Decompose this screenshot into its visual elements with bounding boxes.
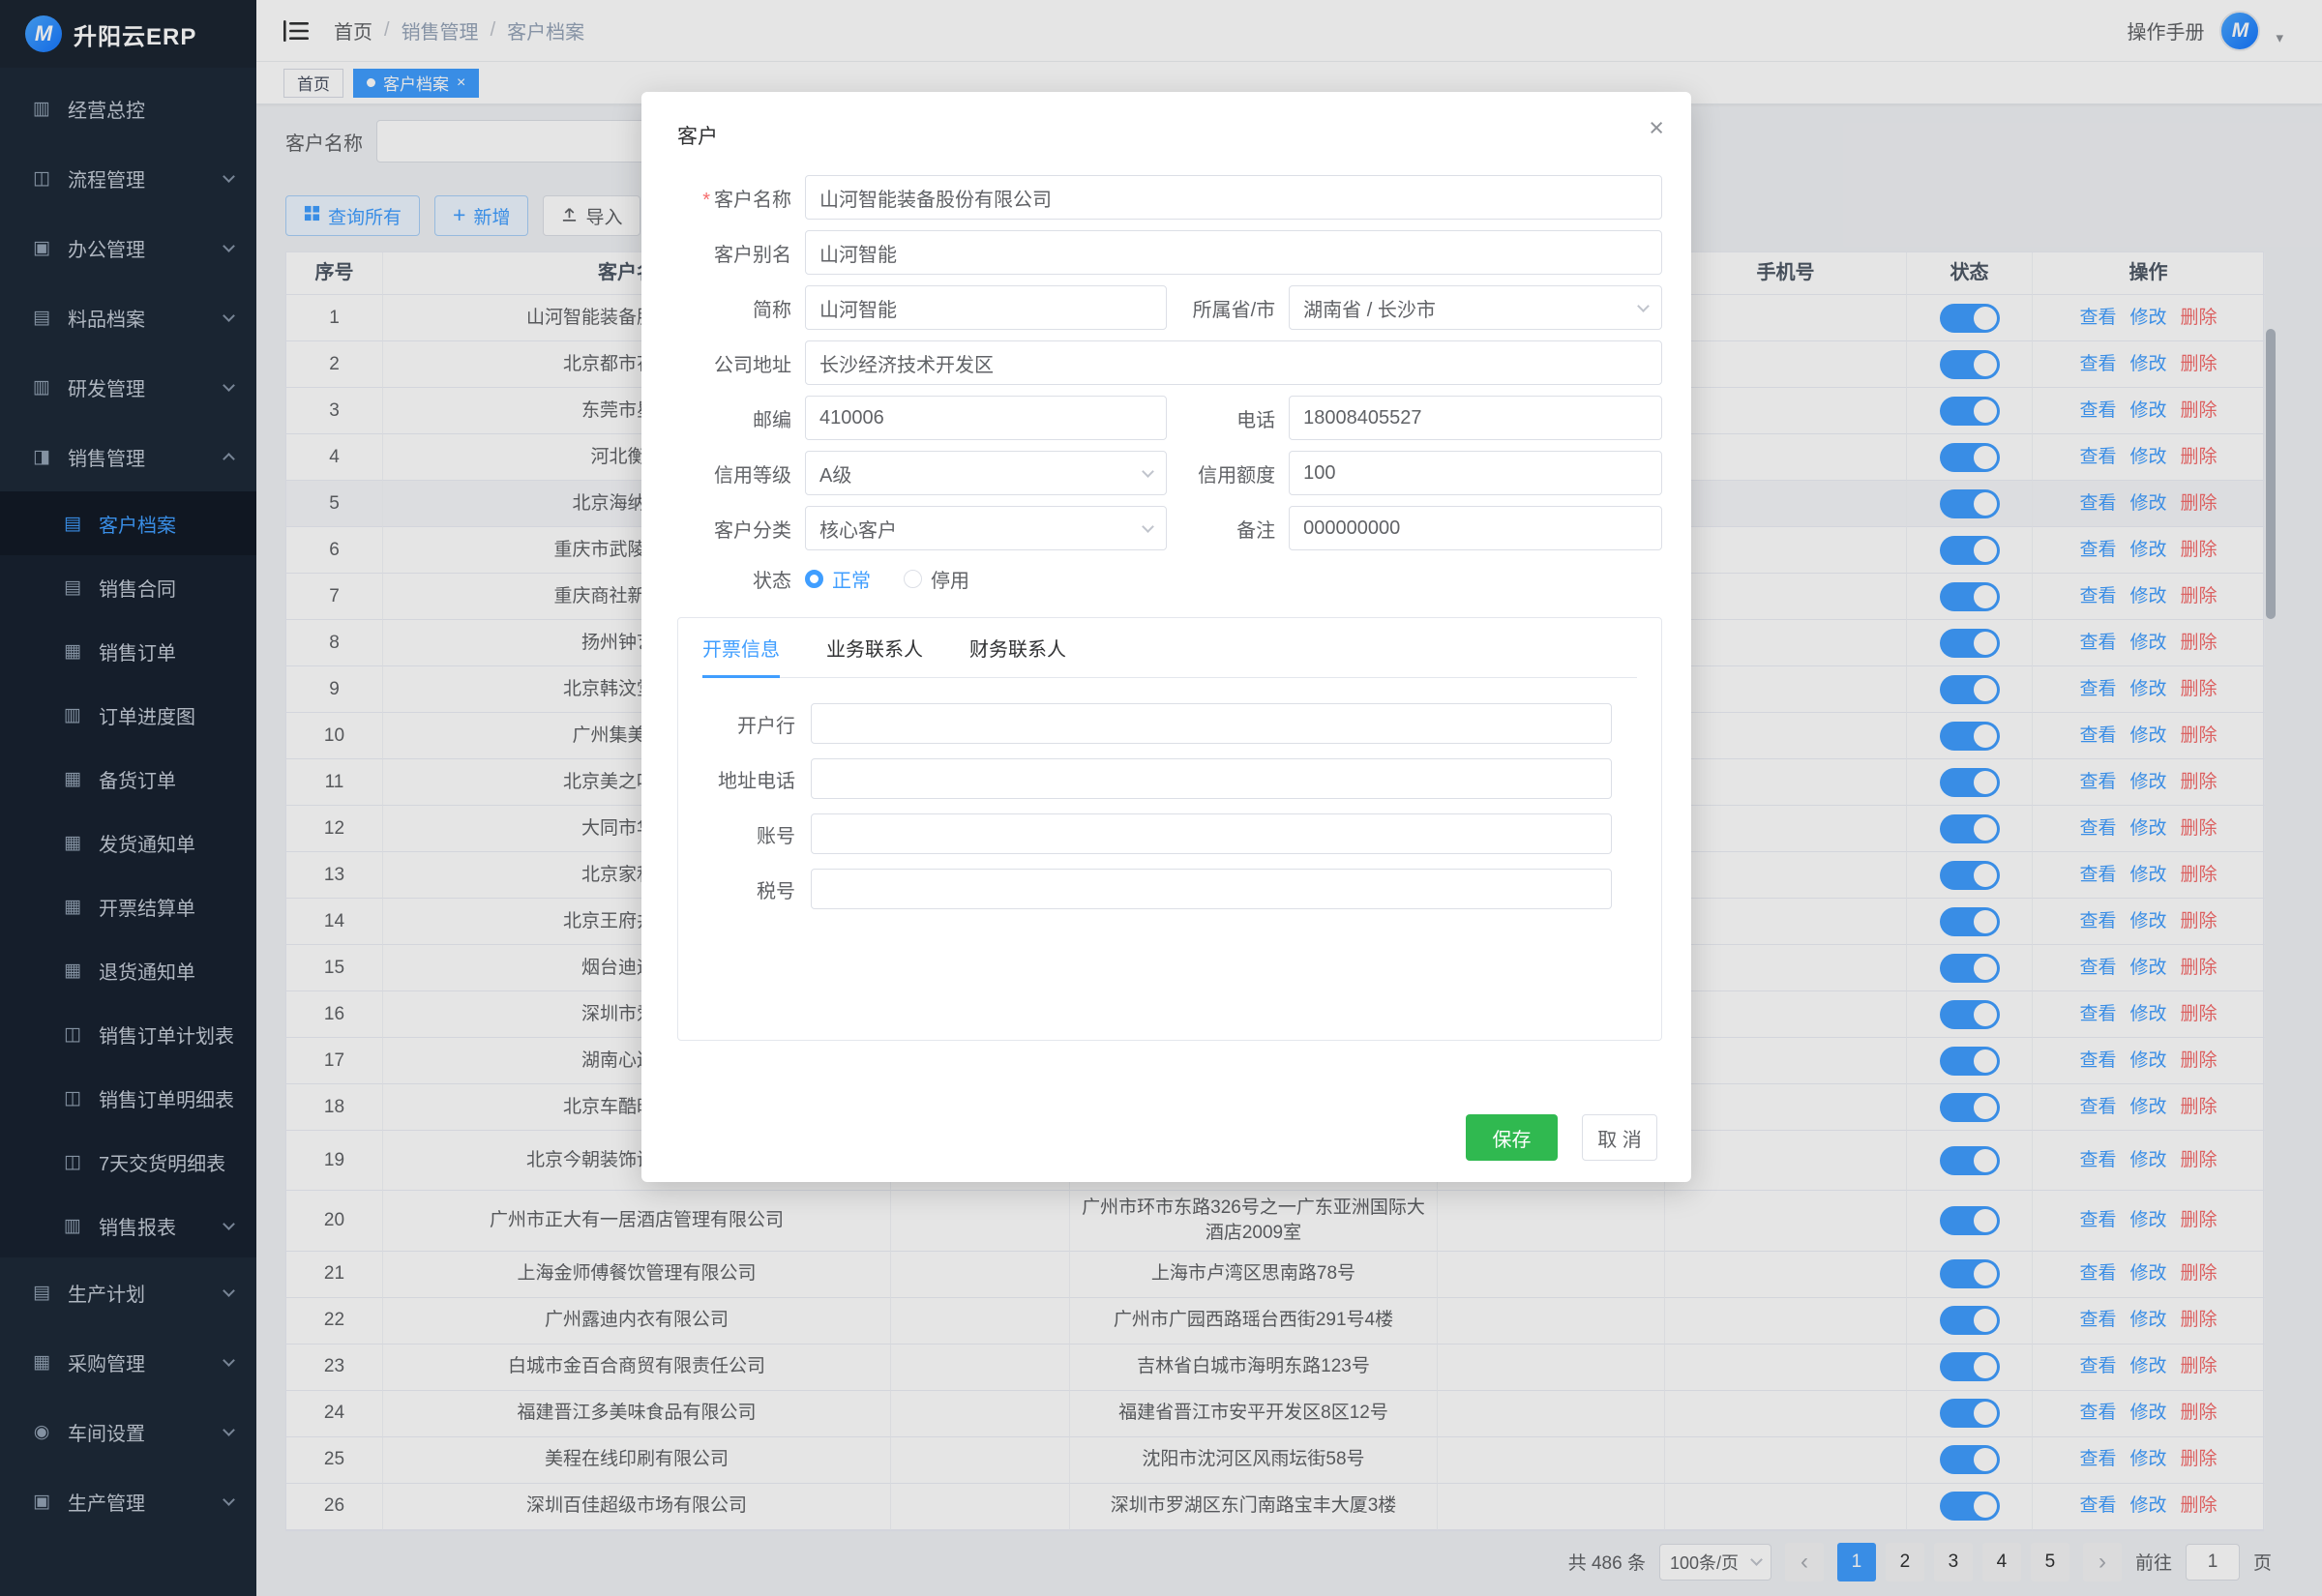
short-name-input[interactable] [805, 285, 1167, 330]
postcode-input[interactable] [805, 396, 1167, 440]
dialog-title: 客户 [677, 121, 1662, 150]
chevron-down-icon [1142, 520, 1154, 533]
status-label: 状态 [677, 565, 805, 593]
radio-dot-icon [805, 570, 823, 588]
radio-status-disabled[interactable]: 停用 [904, 565, 969, 593]
radio-status-normal[interactable]: 正常 [805, 565, 871, 593]
customer-name-input[interactable] [805, 175, 1662, 220]
customer-dialog: × 客户 *客户名称 客户别名 简称 所属省/市 湖南省 / 长沙市 [641, 92, 1691, 1182]
phone-input[interactable] [1289, 396, 1662, 440]
remark-input[interactable] [1289, 506, 1662, 550]
province-city-select[interactable]: 湖南省 / 长沙市 [1289, 285, 1662, 330]
credit-level-select[interactable]: A级 [805, 451, 1167, 495]
tax-number-label: 税号 [702, 875, 811, 903]
tax-number-input[interactable] [811, 869, 1612, 909]
chevron-down-icon [1142, 465, 1154, 478]
tab-business-contact[interactable]: 业务联系人 [826, 618, 923, 677]
customer-type-label: 客户分类 [677, 515, 805, 543]
customer-alias-input[interactable] [805, 230, 1662, 275]
contact-tabs-panel: 开票信息 业务联系人 财务联系人 开户行 地址电话 账号 [677, 617, 1662, 1041]
close-icon[interactable]: × [1649, 115, 1664, 141]
customer-type-select[interactable]: 核心客户 [805, 506, 1167, 550]
address-phone-label: 地址电话 [702, 765, 811, 793]
bank-input[interactable] [811, 703, 1612, 744]
company-address-label: 公司地址 [677, 349, 805, 377]
tabs-header: 开票信息 业务联系人 财务联系人 [702, 618, 1637, 678]
postcode-label: 邮编 [677, 404, 805, 432]
credit-level-label: 信用等级 [677, 459, 805, 488]
province-city-label: 所属省/市 [1167, 294, 1289, 322]
short-name-label: 简称 [677, 294, 805, 322]
radio-dot-icon [904, 570, 922, 588]
address-phone-input[interactable] [811, 758, 1612, 799]
company-address-input[interactable] [805, 340, 1662, 385]
phone-label: 电话 [1167, 404, 1289, 432]
credit-limit-label: 信用额度 [1167, 459, 1289, 488]
credit-limit-input[interactable] [1289, 451, 1662, 495]
bank-label: 开户行 [702, 710, 811, 738]
erp-screen: M 升阳云ERP ▥经营总控◫流程管理▣办公管理▤料品档案▥研发管理◨销售管理▤… [0, 0, 2322, 1596]
customer-form: *客户名称 客户别名 简称 所属省/市 湖南省 / 长沙市 公司地址 [677, 175, 1662, 1041]
account-number-label: 账号 [702, 820, 811, 848]
remark-label: 备注 [1167, 515, 1289, 543]
customer-alias-label: 客户别名 [677, 239, 805, 267]
customer-name-label: *客户名称 [677, 184, 805, 212]
cancel-button[interactable]: 取 消 [1582, 1114, 1657, 1161]
save-button[interactable]: 保存 [1466, 1114, 1558, 1161]
chevron-down-icon [1637, 300, 1650, 312]
tab-finance-contact[interactable]: 财务联系人 [969, 618, 1066, 677]
dialog-footer: 保存 取 消 [1466, 1114, 1657, 1161]
invoice-info-form: 开户行 地址电话 账号 税号 [702, 678, 1637, 909]
tab-invoice-info[interactable]: 开票信息 [702, 618, 780, 677]
account-number-input[interactable] [811, 813, 1612, 854]
